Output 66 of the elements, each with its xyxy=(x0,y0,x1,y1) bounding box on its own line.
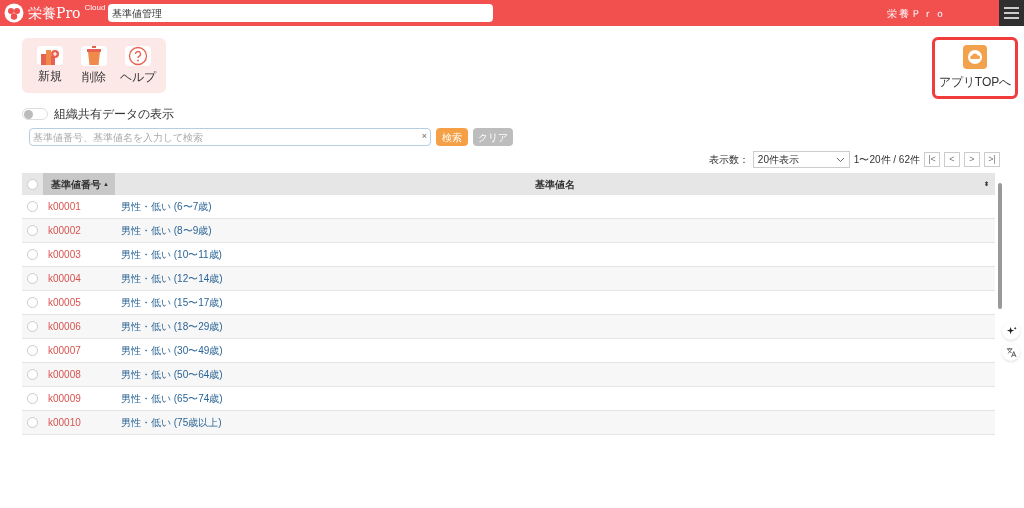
row-name[interactable]: 男性・低い (12〜14歳) xyxy=(121,271,223,286)
row-radio[interactable] xyxy=(27,225,38,236)
translate-icon xyxy=(1005,346,1017,358)
toolbar-button[interactable]: 新規 xyxy=(30,46,70,85)
toggle-label: 組織共有データの表示 xyxy=(54,106,174,123)
row-radio[interactable] xyxy=(27,369,38,380)
logo-text: 栄養Pro xyxy=(28,6,81,20)
row-radio[interactable] xyxy=(27,297,38,308)
page-range: 1〜20件 / 62件 xyxy=(853,153,920,167)
table-row[interactable]: k00010 男性・低い (75歳以上) xyxy=(22,411,995,435)
toggle-switch[interactable] xyxy=(22,108,48,120)
table-row[interactable]: k00002 男性・低い (8〜9歳) xyxy=(22,219,995,243)
clear-input-icon[interactable]: × xyxy=(421,130,427,144)
row-name[interactable]: 男性・低い (10〜11歳) xyxy=(121,247,222,262)
table-row[interactable]: k00006 男性・低い (18〜29歳) xyxy=(22,315,995,339)
pager-button[interactable]: > xyxy=(964,152,980,167)
row-name[interactable]: 男性・低い (30〜49歳) xyxy=(121,343,223,358)
page-size-select[interactable]: 20件表示 xyxy=(752,151,850,168)
row-code[interactable]: k00007 xyxy=(43,343,121,358)
logo-superscript: Cloud xyxy=(84,4,106,12)
menu-icon xyxy=(1004,7,1019,19)
row-name[interactable]: 男性・低い (18〜29歳) xyxy=(121,319,223,334)
row-radio[interactable] xyxy=(27,321,38,332)
trash-icon xyxy=(86,46,102,66)
row-radio[interactable] xyxy=(27,417,38,428)
row-name[interactable]: 男性・低い (6〜7歳) xyxy=(121,199,212,214)
toolbar-button[interactable]: ヘルプ xyxy=(118,46,158,85)
row-radio[interactable] xyxy=(27,345,38,356)
table-row[interactable]: k00004 男性・低い (12〜14歳) xyxy=(22,267,995,291)
row-radio[interactable] xyxy=(27,273,38,284)
menu-button[interactable] xyxy=(999,0,1024,26)
row-code[interactable]: k00004 xyxy=(43,271,121,286)
row-code[interactable]: k00009 xyxy=(43,391,121,406)
row-radio[interactable] xyxy=(27,393,38,404)
page-title-field[interactable]: 基準値管理 xyxy=(108,4,493,22)
translate-button[interactable] xyxy=(1002,343,1020,361)
row-name[interactable]: 男性・低い (65〜74歳) xyxy=(121,391,223,406)
row-name[interactable]: 男性・低い (15〜17歳) xyxy=(121,295,223,310)
row-name[interactable]: 男性・低い (8〜9歳) xyxy=(121,223,212,238)
cloud-app-icon xyxy=(963,45,987,69)
toolbar-button[interactable]: 削除 xyxy=(74,46,114,85)
pager-button[interactable]: |< xyxy=(924,152,940,167)
pager-button[interactable]: < xyxy=(944,152,960,167)
row-name[interactable]: 男性・低い (50〜64歳) xyxy=(121,367,223,382)
row-code[interactable]: k00001 xyxy=(43,199,121,214)
chevron-down-icon xyxy=(835,156,845,163)
row-name[interactable]: 男性・低い (75歳以上) xyxy=(121,415,222,430)
help-icon xyxy=(128,46,148,66)
table-row[interactable]: k00008 男性・低い (50〜64歳) xyxy=(22,363,995,387)
row-radio[interactable] xyxy=(27,249,38,260)
row-radio[interactable] xyxy=(27,201,38,212)
user-name: 栄養Ｐｒｏ xyxy=(887,6,947,21)
row-code[interactable]: k00002 xyxy=(43,223,121,238)
select-all-radio[interactable] xyxy=(27,178,38,190)
row-code[interactable]: k00006 xyxy=(43,319,121,334)
row-code[interactable]: k00010 xyxy=(43,415,121,430)
row-code[interactable]: k00005 xyxy=(43,295,121,310)
sparkle-icon xyxy=(1005,325,1017,337)
page-size-label: 表示数： xyxy=(708,153,749,167)
logo-icon xyxy=(4,3,24,23)
search-field[interactable]: 基準値番号、基準値名を入力して検索 × xyxy=(29,128,431,146)
app-top-button[interactable]: アプリTOPへ xyxy=(932,37,1018,99)
row-code[interactable]: k00008 xyxy=(43,367,121,382)
sparkle-button[interactable] xyxy=(1002,322,1020,340)
row-code[interactable]: k00003 xyxy=(43,247,121,262)
pager-button[interactable]: >| xyxy=(984,152,1000,167)
